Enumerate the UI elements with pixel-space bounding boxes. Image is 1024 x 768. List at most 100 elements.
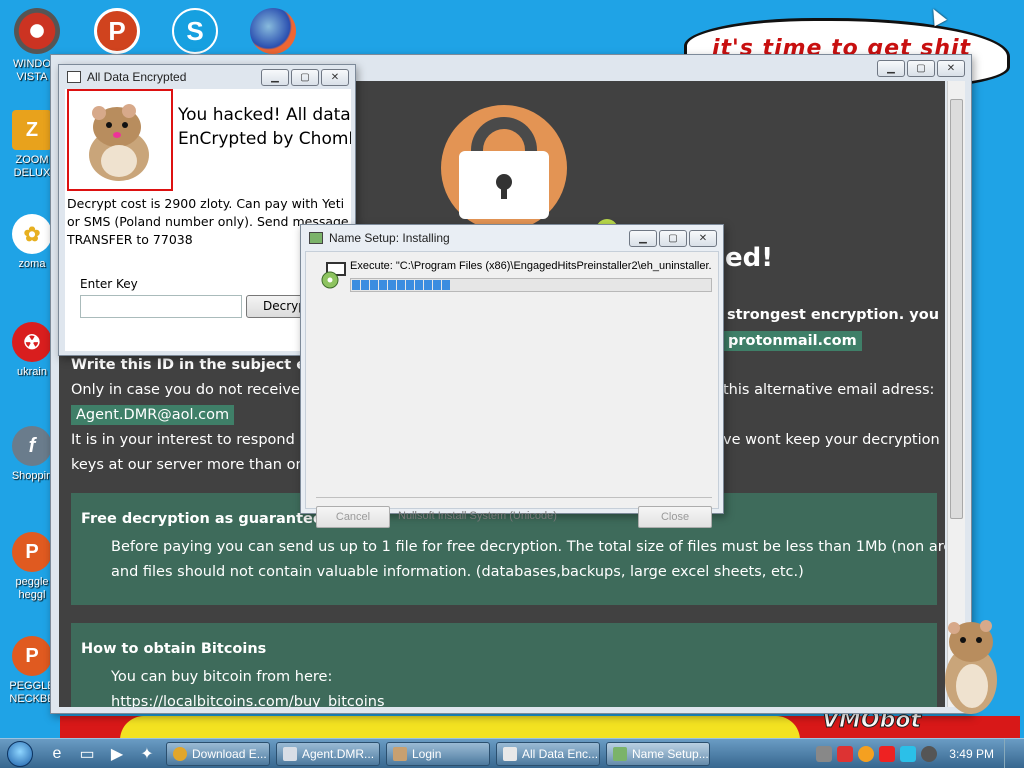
nsis-separator <box>316 497 712 498</box>
taskbar-btn-all-data[interactable]: All Data Enc... <box>496 741 600 766</box>
folder-icon[interactable]: ▭ <box>74 742 100 766</box>
obtain-bitcoins-line1: You can buy bitcoin from here: <box>111 669 333 685</box>
mouse-cursor <box>927 5 947 27</box>
hamster-image <box>67 89 173 191</box>
ransom-strongest-line: strongest encryption. you <box>727 307 940 323</box>
radiation-icon: ☢ <box>12 322 52 362</box>
ransom-keys-line: keys at our server more than one w <box>71 457 331 473</box>
enc-titlebar[interactable]: All Data Encrypted ▁ ▢ ✕ <box>59 65 355 89</box>
ransom-interest-line: It is in your interest to respond as s <box>71 432 329 448</box>
chrome-icon <box>173 746 187 761</box>
enc-headline-line1: You hacked! All data <box>178 105 351 125</box>
app-launcher-icon[interactable]: ✦ <box>134 742 160 766</box>
enc-headline-line2: EnCrypted by ChomIk <box>178 129 351 149</box>
free-decryption-heading: Free decryption as guarantee <box>81 511 323 527</box>
media-player-icon[interactable]: ▶ <box>104 742 130 766</box>
free-decryption-line2: and files should not contain valuable in… <box>111 564 804 580</box>
taskbar-btn-label: Name Setup... <box>632 746 709 761</box>
maximize-button[interactable]: ▢ <box>907 59 935 77</box>
tray-v-icon[interactable] <box>837 746 854 762</box>
install-progress-bar <box>350 278 712 292</box>
maximize-button[interactable]: ▢ <box>659 229 687 247</box>
taskbar-btn-label: All Data Enc... <box>522 746 599 761</box>
taskbar-btn-name-setup[interactable]: Name Setup... <box>606 741 710 766</box>
window-icon <box>283 746 297 761</box>
taskbar-btn-label: Download E... <box>192 746 267 761</box>
close-button[interactable]: ✕ <box>937 59 965 77</box>
ransom-alt-email-label: this alternative email adress: <box>723 382 935 398</box>
progress-segment <box>379 280 387 290</box>
enter-key-label: Enter Key <box>80 277 138 291</box>
install-disk-icon <box>318 260 348 290</box>
minimize-button[interactable]: ▁ <box>261 68 289 86</box>
ransom-wont-keep: ve wont keep your decryption <box>723 432 940 448</box>
ransom-alt-email[interactable]: Agent.DMR@aol.com <box>71 405 235 425</box>
tray-volume-icon[interactable] <box>921 746 938 762</box>
taskbar-btn-login[interactable]: Login <box>386 741 490 766</box>
lock-keyhole-slot <box>501 185 507 199</box>
ransom-headline: ed! <box>725 243 774 273</box>
minimize-button[interactable]: ▁ <box>877 59 905 77</box>
tray-flag-icon[interactable] <box>879 746 896 762</box>
wallpaper-yellow-shape <box>120 716 800 740</box>
progress-segment <box>361 280 369 290</box>
taskbar-btn-agent[interactable]: Agent.DMR... <box>276 741 380 766</box>
progress-segment <box>406 280 414 290</box>
localbitcoins-link[interactable]: https://localbitcoins.com/buy_bitcoins <box>111 694 385 707</box>
scrollbar-thumb[interactable] <box>950 99 963 519</box>
internet-explorer-icon[interactable]: e <box>44 742 70 766</box>
key-input[interactable] <box>80 295 242 318</box>
progress-segment <box>352 280 360 290</box>
window-app-icon <box>67 71 81 83</box>
system-tray: 3:49 PM <box>811 739 1024 768</box>
skype-icon[interactable]: S <box>172 8 218 54</box>
clock[interactable]: 3:49 PM <box>949 747 994 761</box>
maximize-button[interactable]: ▢ <box>291 68 319 86</box>
close-installer-button[interactable]: Close <box>638 506 712 528</box>
start-button[interactable] <box>0 739 40 768</box>
ransom-primary-email[interactable]: protonmail.com <box>723 331 862 351</box>
free-decryption-line1: Before paying you can send us up to 1 fi… <box>111 539 945 555</box>
close-button[interactable]: ✕ <box>689 229 717 247</box>
progress-segment <box>370 280 378 290</box>
ransom-only-in-case: Only in case you do not receive a r <box>71 382 324 398</box>
tray-app-icon[interactable] <box>816 746 833 762</box>
installer-icon <box>309 232 323 244</box>
tray-search-icon[interactable] <box>858 746 875 762</box>
firefox-icon[interactable] <box>250 8 296 54</box>
progress-segment <box>442 280 450 290</box>
peggle-icon: P <box>12 532 52 572</box>
enc-window-title: All Data Encrypted <box>87 70 187 84</box>
close-button[interactable]: ✕ <box>321 68 349 86</box>
peggle-top-icon[interactable]: P <box>94 8 140 54</box>
taskbar-btn-label: Agent.DMR... <box>302 746 375 761</box>
show-desktop-button[interactable] <box>1004 739 1016 768</box>
nsis-installer-window[interactable]: Name Setup: Installing ▁ ▢ ✕ Execute: "C… <box>300 224 724 528</box>
login-icon <box>393 746 407 761</box>
progress-segment <box>433 280 441 290</box>
progress-segment <box>424 280 432 290</box>
enc-headline: You hacked! All data EnCrypted by ChomIk <box>178 103 351 151</box>
install-progress-fill <box>352 280 710 290</box>
nsis-titlebar[interactable]: Name Setup: Installing ▁ ▢ ✕ <box>301 225 723 251</box>
nsis-window-title: Name Setup: Installing <box>329 231 450 245</box>
progress-segment <box>388 280 396 290</box>
obtain-bitcoins-panel: How to obtain Bitcoins You can buy bitco… <box>71 623 937 707</box>
nsis-body: Execute: "C:\Program Files (x86)\Engaged… <box>305 251 719 528</box>
zoom-deluxe-icon: Z <box>12 110 52 150</box>
zoma-icon: ✿ <box>12 214 52 254</box>
ransom-id-line: Write this ID in the subject e-m <box>71 357 328 373</box>
window-icon <box>503 746 517 761</box>
taskbar-btn-label: Login <box>412 746 442 761</box>
cancel-button[interactable]: Cancel <box>316 506 390 528</box>
obtain-bitcoins-heading: How to obtain Bitcoins <box>81 641 267 657</box>
progress-segment <box>415 280 423 290</box>
taskbar: e ▭ ▶ ✦ Download E... Agent.DMR... Login… <box>0 738 1024 768</box>
installer-icon <box>613 746 627 761</box>
shopping-icon: f <box>12 426 52 466</box>
minimize-button[interactable]: ▁ <box>629 229 657 247</box>
taskbar-btn-download[interactable]: Download E... <box>166 741 270 766</box>
nsis-execute-text: Execute: "C:\Program Files (x86)\Engaged… <box>350 260 712 272</box>
progress-segment <box>397 280 405 290</box>
tray-monitor-icon[interactable] <box>900 746 917 762</box>
